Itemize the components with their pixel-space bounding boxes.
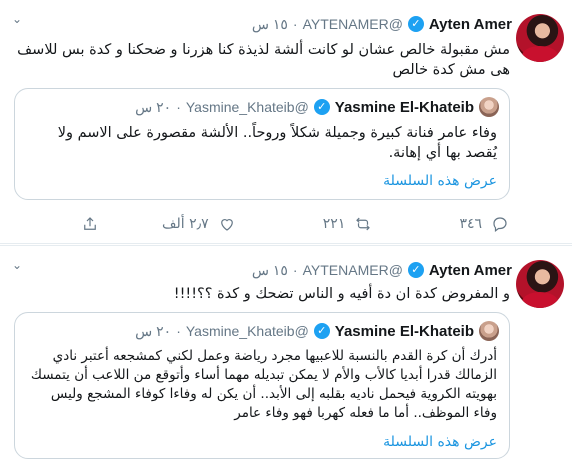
show-thread-link[interactable]: عرض هذه السلسلة <box>383 173 497 189</box>
quoted-avatar <box>479 97 499 117</box>
avatar[interactable] <box>516 260 564 308</box>
tweet-actions: ٣٤٦ ٢٢١ ٢٫٧ ألف <box>60 212 510 236</box>
quoted-tweet-text: وفاء عامر فنانة كبيرة وجميلة شكلاً وروحا… <box>57 125 497 161</box>
quoted-timestamp: ٢٠ س <box>135 322 172 339</box>
reply-button[interactable]: ٣٤٦ <box>415 214 510 234</box>
author-handle[interactable]: @AYTENAMER <box>303 16 403 32</box>
share-icon <box>80 214 100 234</box>
quoted-author-name: Yasmine El-Khateib <box>334 322 474 340</box>
verified-badge-icon: ✓ <box>313 323 330 339</box>
quoted-tweet[interactable]: Yasmine El-Khateib ✓ @Yasmine_Khateib · … <box>14 312 510 459</box>
quoted-tweet-header: Yasmine El-Khateib ✓ @Yasmine_Khateib · … <box>25 321 499 341</box>
retweet-icon <box>353 214 373 234</box>
timestamp[interactable]: ١٥ س <box>252 262 288 279</box>
author-handle[interactable]: @AYTENAMER <box>303 262 403 278</box>
quoted-avatar <box>479 321 499 341</box>
tweet-text: مش مقبولة خالص عشان لو كانت ألشة لذيذة ك… <box>17 42 510 78</box>
tweet[interactable]: Ayten Amer ✓ @AYTENAMER · ١٥ س ⌄ مش مقبو… <box>0 0 572 244</box>
reply-count: ٣٤٦ <box>459 216 482 232</box>
quoted-author-handle: @Yasmine_Khateib <box>185 99 309 115</box>
tweet-header: Ayten Amer ✓ @AYTENAMER · ١٥ س <box>10 14 512 34</box>
heart-icon <box>217 214 237 234</box>
quoted-tweet-header: Yasmine El-Khateib ✓ @Yasmine_Khateib · … <box>25 97 499 117</box>
timestamp[interactable]: ١٥ س <box>252 16 288 33</box>
separator: · <box>292 16 298 32</box>
retweet-count: ٢٢١ <box>322 216 346 232</box>
chevron-down-icon[interactable]: ⌄ <box>8 256 26 274</box>
quoted-author-handle: @Yasmine_Khateib <box>185 323 309 339</box>
retweet-button[interactable]: ٢٢١ <box>278 214 373 234</box>
show-thread-link[interactable]: عرض هذه السلسلة <box>383 434 497 450</box>
tweet-text: و المفروض كدة ان دة أفيه و الناس تضحك و … <box>173 286 510 302</box>
author-name[interactable]: Ayten Amer <box>429 262 512 279</box>
separator: · <box>176 323 181 339</box>
avatar[interactable] <box>516 14 564 62</box>
verified-badge-icon: ✓ <box>407 262 424 278</box>
like-button[interactable]: ٢٫٧ ألف <box>142 214 237 234</box>
tweet-header: Ayten Amer ✓ @AYTENAMER · ١٥ س <box>10 260 512 280</box>
chevron-down-icon[interactable]: ⌄ <box>8 10 26 28</box>
quoted-tweet[interactable]: Yasmine El-Khateib ✓ @Yasmine_Khateib · … <box>14 88 510 200</box>
reply-icon <box>490 214 510 234</box>
quoted-timestamp: ٢٠ س <box>135 98 172 115</box>
verified-badge-icon: ✓ <box>313 99 330 115</box>
tweet[interactable]: Ayten Amer ✓ @AYTENAMER · ١٥ س ⌄ و المفر… <box>0 245 572 465</box>
quoted-author-name: Yasmine El-Khateib <box>334 98 474 116</box>
separator: · <box>292 262 298 278</box>
like-count: ٢٫٧ ألف <box>161 216 209 232</box>
share-button[interactable] <box>60 214 100 234</box>
author-name[interactable]: Ayten Amer <box>429 16 512 33</box>
verified-badge-icon: ✓ <box>407 16 424 32</box>
quoted-tweet-text: أدرك أن كرة القدم بالنسبة للاعبيها مجرد … <box>30 348 497 421</box>
separator: · <box>176 99 181 115</box>
